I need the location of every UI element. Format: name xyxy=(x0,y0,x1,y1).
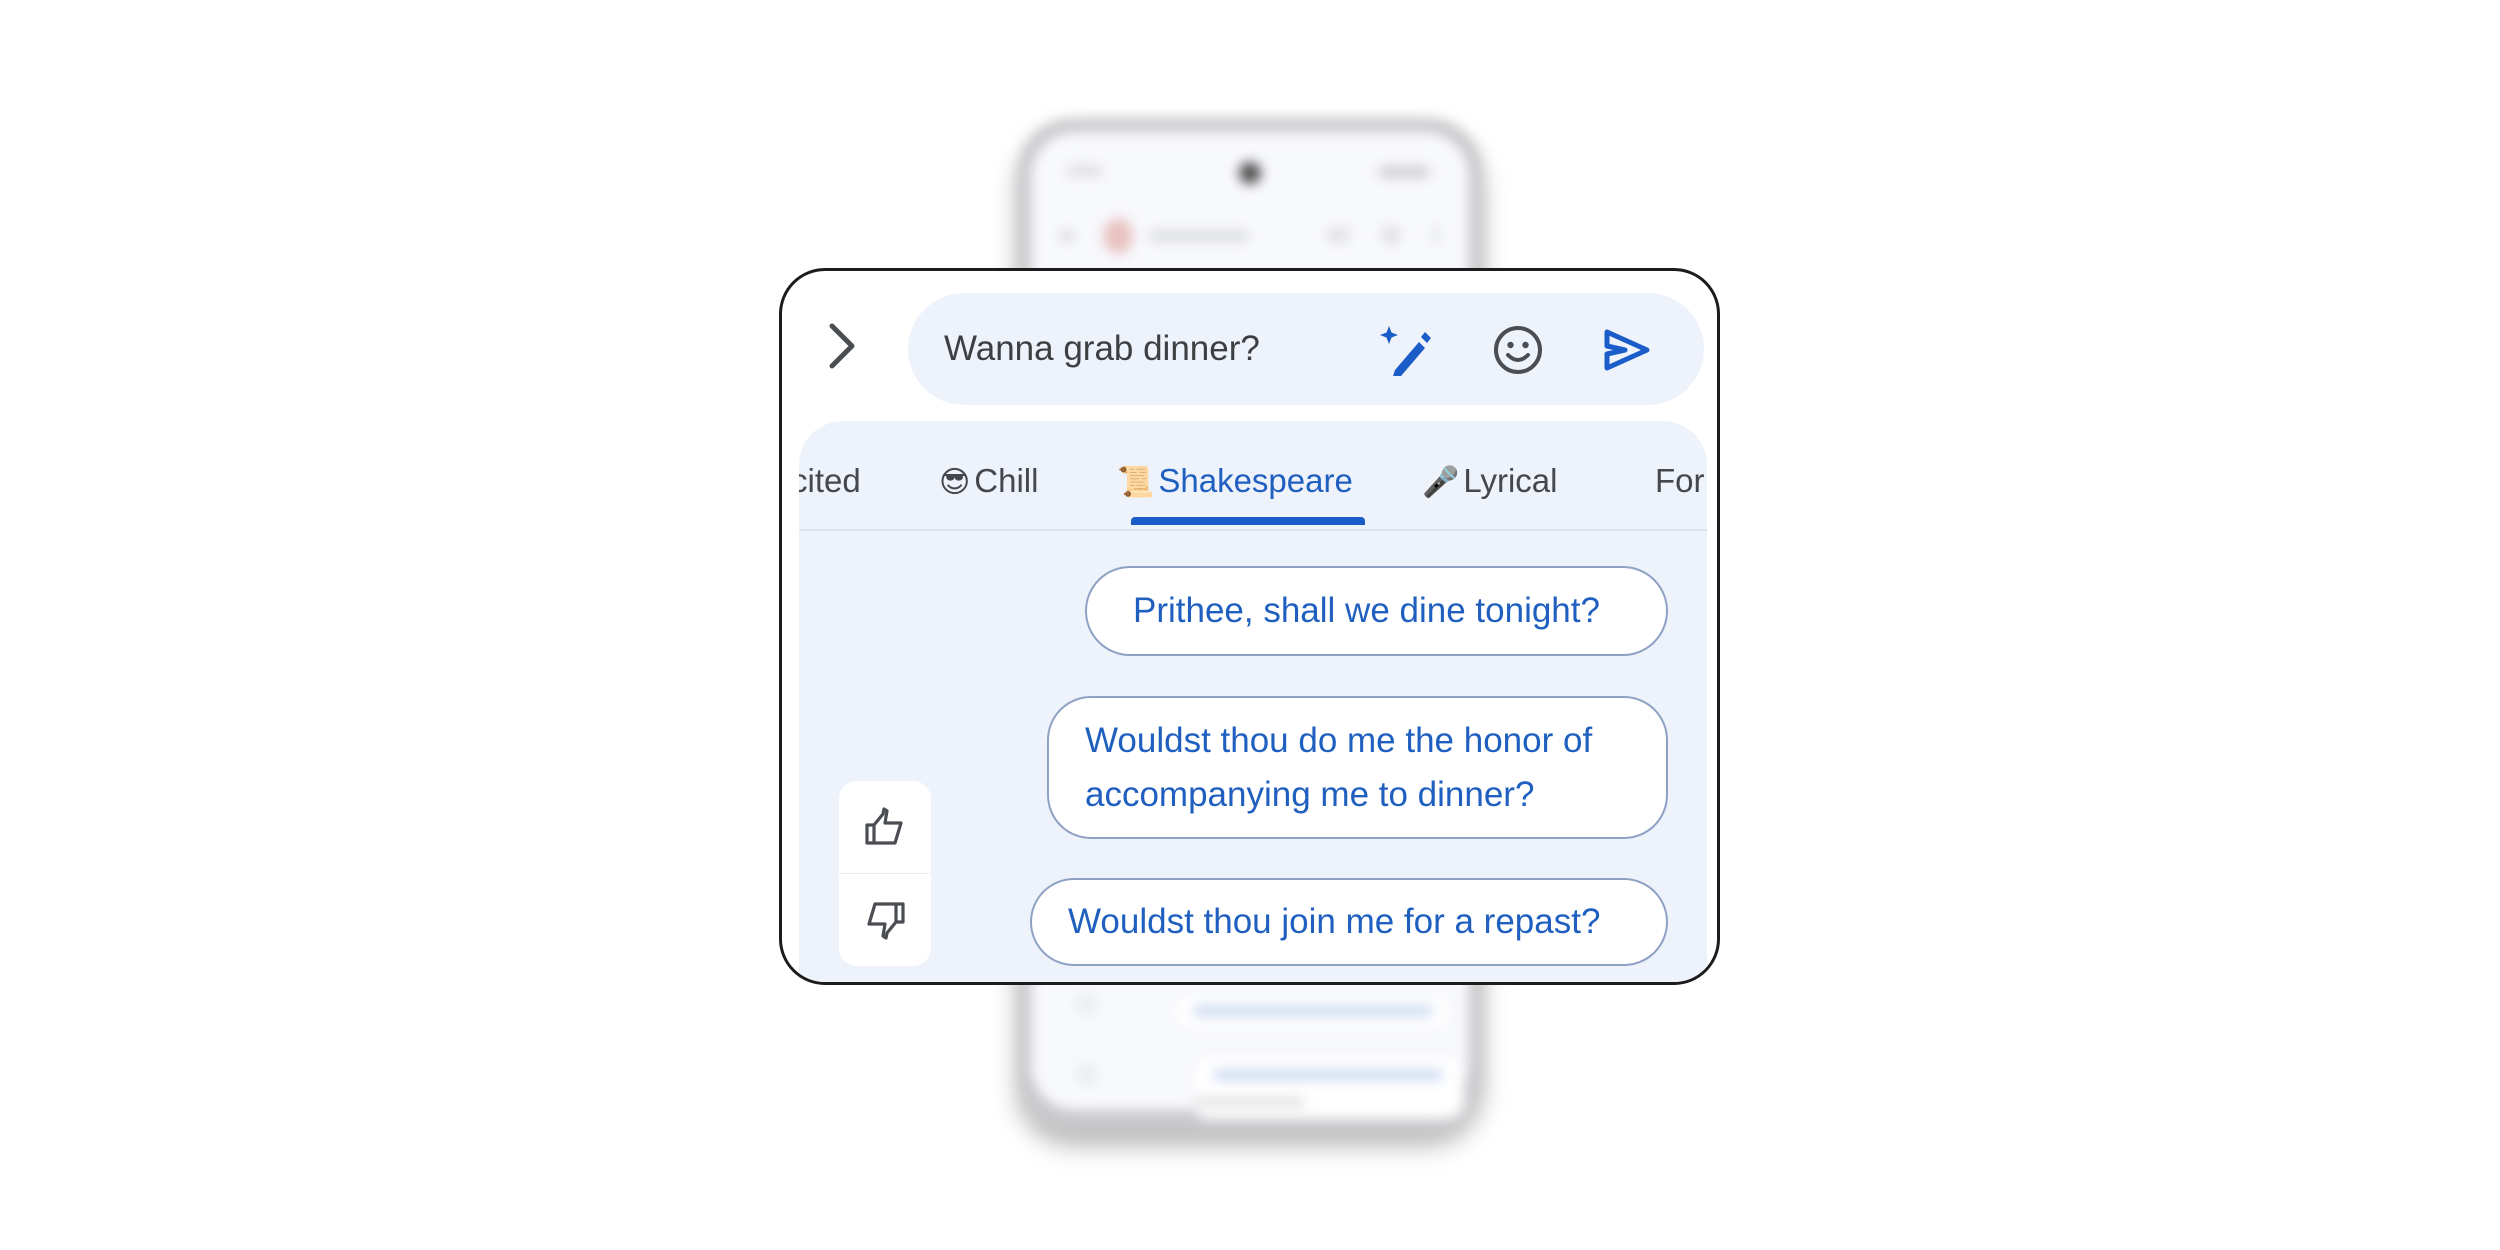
sunglasses-emoji-icon: 😎 xyxy=(939,466,971,499)
emoji-button[interactable] xyxy=(1489,321,1547,379)
chevron-right-icon xyxy=(829,323,855,369)
tab-chill[interactable]: 😎 Chill xyxy=(939,459,1038,503)
tab-shakespeare[interactable]: 📜 Shakespeare xyxy=(1117,459,1353,503)
phone-call-icon xyxy=(1383,226,1399,244)
tab-label: For xyxy=(1655,462,1705,499)
blurred-feedback-icon xyxy=(1075,992,1099,1016)
tab-formal[interactable]: For xyxy=(1655,459,1705,503)
suggestion-chip[interactable]: Wouldst thou do me the honor of accompan… xyxy=(1047,696,1668,839)
scroll-emoji-icon: 📜 xyxy=(1117,466,1155,499)
compose-card: cited 😎Chill 📜Shakespeare 🎤Lyrical For P… xyxy=(779,268,1720,985)
feedback-box xyxy=(839,781,931,966)
style-tabs: cited 😎Chill 📜Shakespeare 🎤Lyrical For xyxy=(799,421,1707,531)
blurred-suggestion xyxy=(1191,1052,1465,1120)
tab-lyrical[interactable]: 🎤 Lyrical xyxy=(1422,459,1558,503)
thumbs-up-icon xyxy=(865,807,903,845)
suggestion-text: Wouldst thou do me the honor of accompan… xyxy=(1085,720,1593,814)
tab-label: Lyrical xyxy=(1463,462,1558,499)
avatar xyxy=(1103,218,1133,254)
microphone-emoji-icon: 🎤 xyxy=(1422,466,1460,499)
contact-name xyxy=(1149,230,1249,242)
message-input[interactable] xyxy=(944,293,1364,405)
status-icons xyxy=(1379,166,1429,178)
home-indicator xyxy=(1195,1098,1305,1106)
more-options-icon xyxy=(1433,226,1439,244)
magic-wand-icon xyxy=(1380,326,1431,376)
active-tab-indicator xyxy=(1131,517,1365,525)
send-button[interactable] xyxy=(1598,321,1656,379)
thumbs-down-icon xyxy=(867,902,905,940)
suggestions-panel: cited 😎Chill 📜Shakespeare 🎤Lyrical For P… xyxy=(799,421,1707,982)
thumbs-up-button[interactable] xyxy=(839,781,931,873)
blurred-suggestion xyxy=(1171,992,1455,1032)
tab-label: cited xyxy=(799,462,861,499)
status-time xyxy=(1067,166,1103,176)
suggestion-text: Prithee, shall we dine tonight? xyxy=(1133,591,1600,630)
blurred-feedback-icon xyxy=(1075,1062,1099,1086)
thumbs-down-button[interactable] xyxy=(839,874,931,966)
tab-label: Shakespeare xyxy=(1158,462,1353,499)
magic-compose-button[interactable] xyxy=(1378,321,1436,379)
video-call-icon xyxy=(1327,228,1349,242)
tab-label: Chill xyxy=(974,462,1039,499)
suggestion-chip[interactable]: Prithee, shall we dine tonight? xyxy=(1085,566,1668,656)
suggestion-chip[interactable]: Wouldst thou join me for a repast? xyxy=(1030,878,1668,966)
tab-excited[interactable]: cited xyxy=(799,459,861,503)
compose-bar xyxy=(908,293,1704,405)
emoji-icon xyxy=(1494,326,1542,374)
send-icon xyxy=(1604,329,1650,371)
expand-button[interactable] xyxy=(822,321,862,371)
suggestion-text: Wouldst thou join me for a repast? xyxy=(1068,902,1601,941)
camera-icon xyxy=(1239,162,1261,184)
back-arrow-icon xyxy=(1061,230,1073,242)
